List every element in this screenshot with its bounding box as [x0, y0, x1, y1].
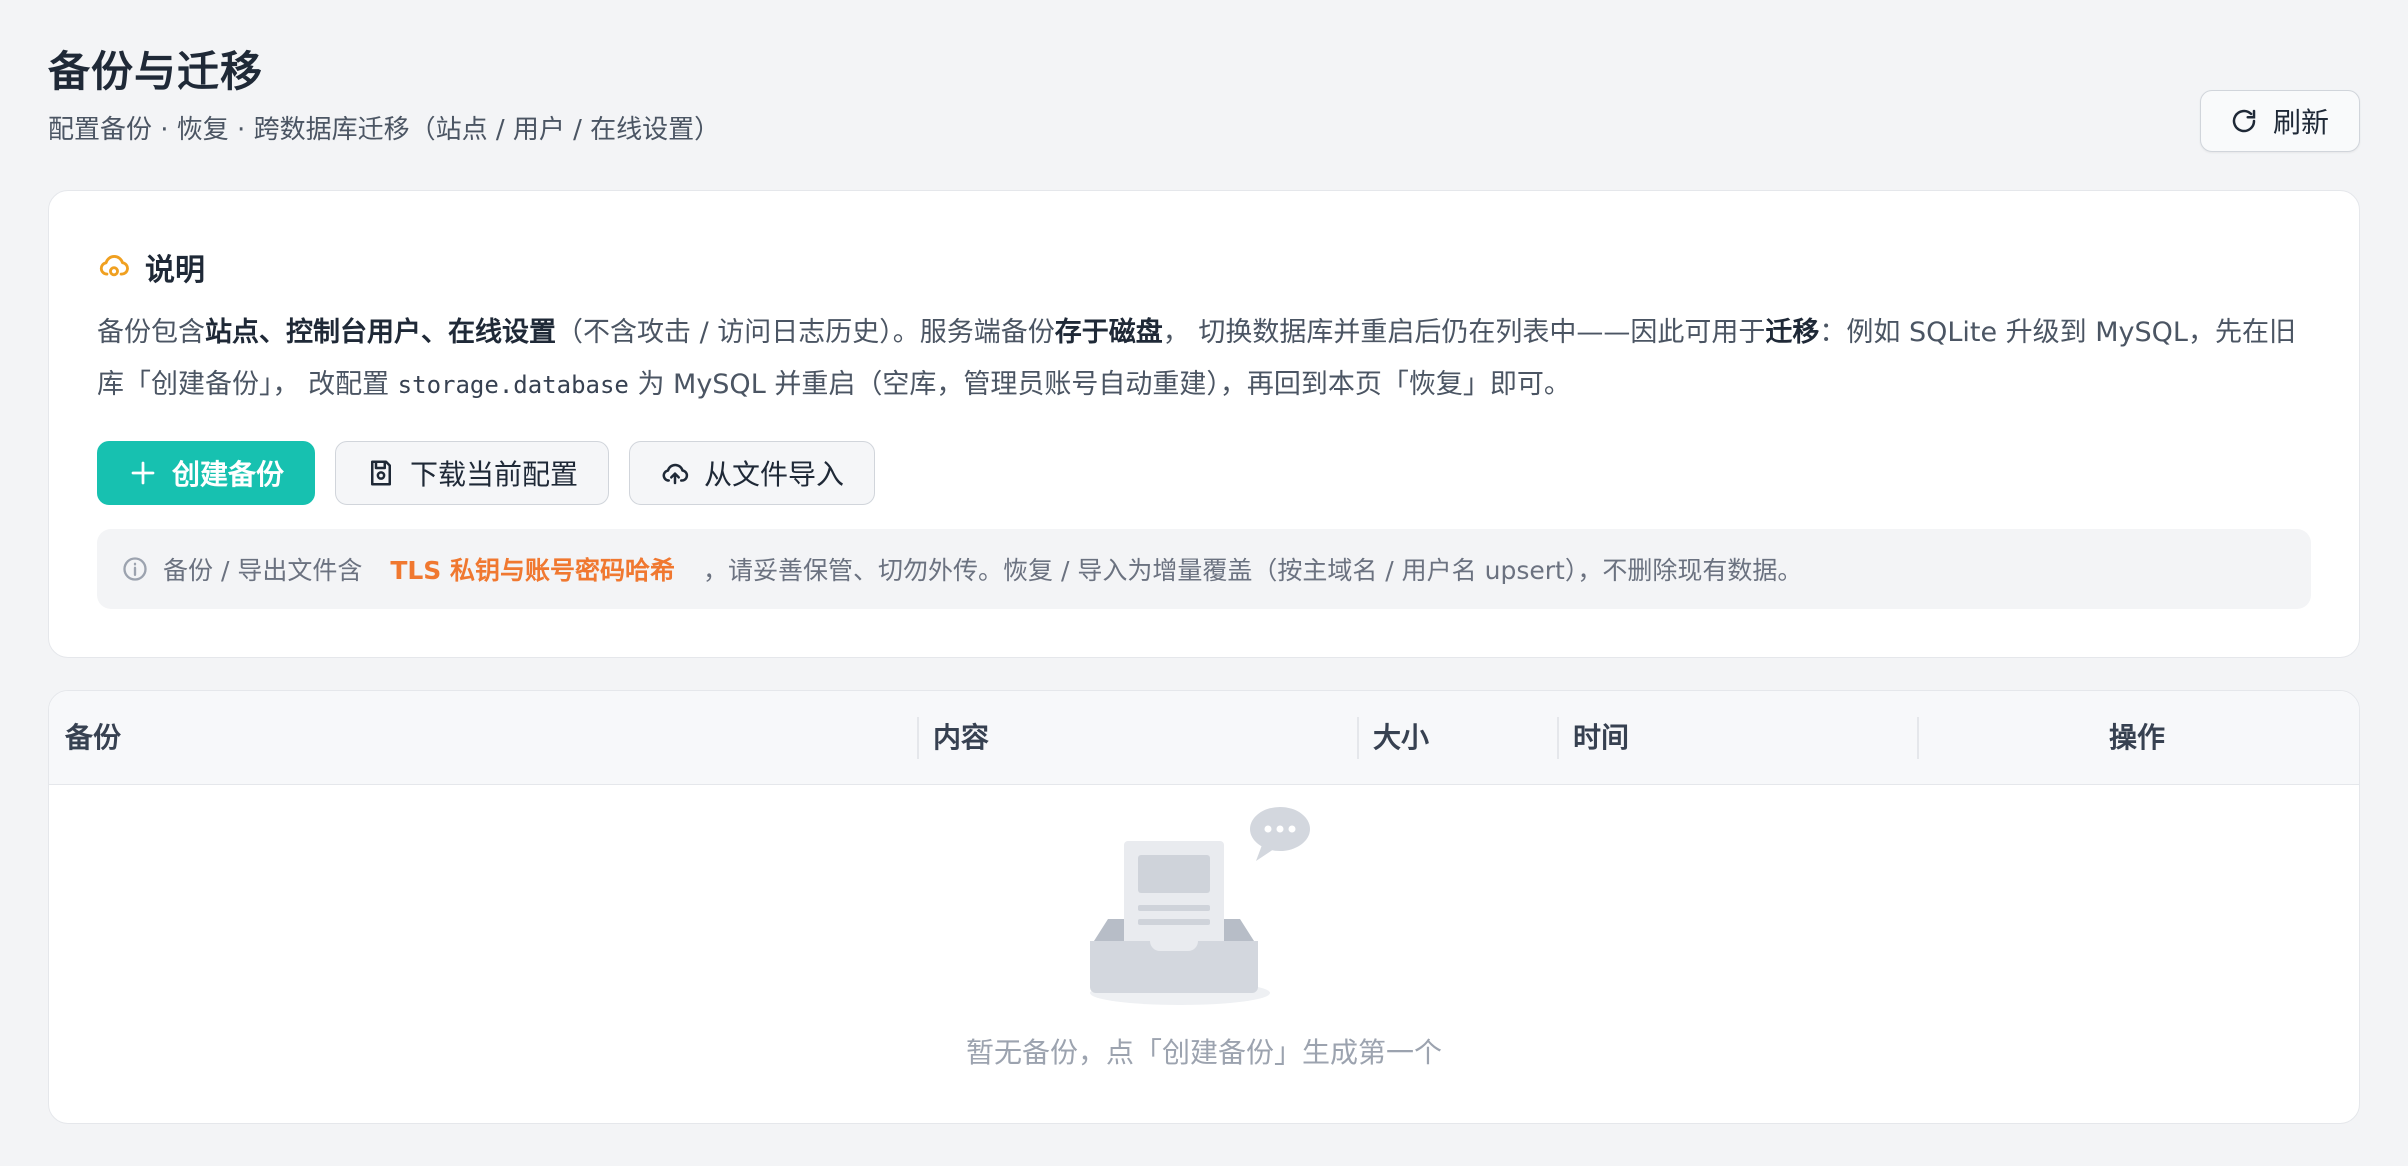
- info-bold-3: 迁移: [1765, 317, 1820, 348]
- table-header: 备份 内容 大小 时间 操作: [49, 691, 2359, 785]
- notice-warning: TLS 私钥与账号密码哈希: [390, 556, 676, 585]
- backup-migration-page: 备份与迁移 配置备份 · 恢复 · 跨数据库迁移（站点 / 用户 / 在线设置）…: [0, 0, 2408, 1166]
- column-header-time[interactable]: 时间: [1573, 691, 1629, 785]
- notice-text-post: ，请妥善保管、切勿外传。恢复 / 导入为增量覆盖（按主域名 / 用户名 upse…: [703, 556, 1803, 585]
- info-description: 备份包含站点、控制台用户、在线设置（不含攻击 / 访问日志历史）。服务端备份存于…: [97, 307, 2311, 411]
- refresh-button[interactable]: 刷新: [2199, 90, 2360, 152]
- info-header: 说明: [97, 245, 205, 289]
- create-backup-label: 创建备份: [172, 458, 285, 491]
- notice-text-pre: 备份 / 导出文件含: [163, 556, 363, 585]
- info-title: 说明: [145, 253, 205, 288]
- cloud-icon: [99, 255, 129, 277]
- cloud-upload-icon: [662, 463, 689, 485]
- backup-table: 备份 内容 大小 时间 操作 暂无备份，点「创建备份」生成第一个: [48, 690, 2360, 1124]
- column-header-content[interactable]: 内容: [933, 691, 989, 785]
- save-icon: [371, 460, 392, 486]
- refresh-icon: [2232, 109, 2256, 133]
- download-config-button[interactable]: 下载当前配置: [335, 441, 610, 505]
- import-file-button[interactable]: 从文件导入: [629, 441, 876, 505]
- refresh-label: 刷新: [2272, 106, 2329, 139]
- info-text-5: 为 MySQL 并重启（空库，管理员账号自动重建），再回到本页「恢复」即可。: [628, 369, 1571, 400]
- info-code: storage.database: [397, 371, 629, 399]
- page-subtitle: 配置备份 · 恢复 · 跨数据库迁移（站点 / 用户 / 在线设置）: [48, 115, 721, 145]
- page-header: 备份与迁移 配置备份 · 恢复 · 跨数据库迁移（站点 / 用户 / 在线设置）…: [48, 44, 2360, 154]
- plus-icon: [131, 461, 155, 485]
- column-divider: [1557, 717, 1559, 759]
- empty-inbox-icon: [1090, 807, 1310, 1005]
- column-divider: [917, 717, 919, 759]
- security-notice: 备份 / 导出文件含 TLS 私钥与账号密码哈希 ，请妥善保管、切勿外传。恢复 …: [97, 529, 2311, 609]
- column-header-size[interactable]: 大小: [1373, 691, 1429, 785]
- info-circle-icon: [123, 557, 147, 581]
- empty-state-text: 暂无备份，点「创建备份」生成第一个: [965, 1036, 1442, 1069]
- column-header-backup[interactable]: 备份: [65, 691, 121, 785]
- download-config-label: 下载当前配置: [410, 458, 579, 491]
- info-text-1: 备份包含: [97, 317, 205, 348]
- info-text-3: ， 切换数据库并重启后仍在列表中——因此可用于: [1162, 317, 1766, 348]
- action-bar: 创建备份 下载当前配置 从文件导入: [97, 441, 876, 505]
- info-bold-2: 存于磁盘: [1054, 317, 1163, 348]
- info-text-2: （不含攻击 / 访问日志历史）。服务端备份: [556, 317, 1055, 348]
- column-header-actions: 操作: [2109, 721, 2166, 754]
- import-file-label: 从文件导入: [704, 458, 845, 491]
- empty-state: 暂无备份，点「创建备份」生成第一个: [49, 801, 2359, 1071]
- info-card: 说明 备份包含站点、控制台用户、在线设置（不含攻击 / 访问日志历史）。服务端备…: [48, 190, 2360, 658]
- page-title: 备份与迁移: [48, 47, 264, 96]
- create-backup-button[interactable]: 创建备份: [97, 441, 316, 505]
- column-divider: [1357, 717, 1359, 759]
- info-bold-1: 站点、控制台用户、在线设置: [205, 317, 556, 348]
- column-divider: [1917, 717, 1919, 759]
